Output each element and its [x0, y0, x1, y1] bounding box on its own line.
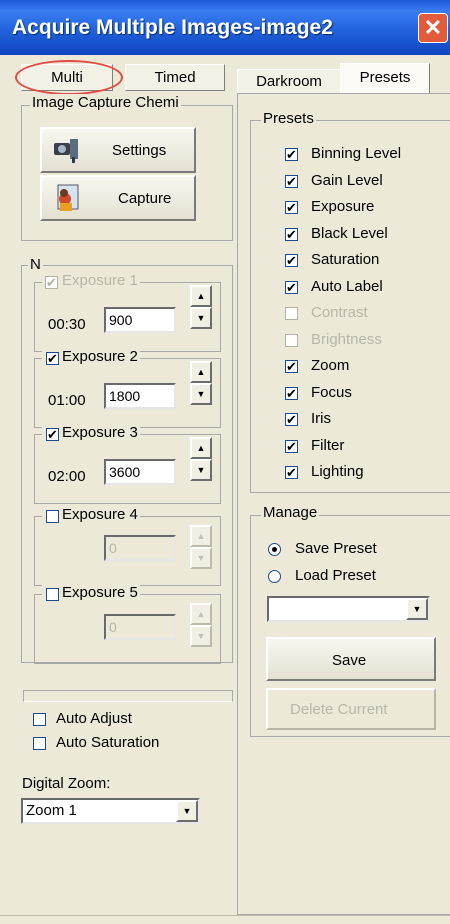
- exposure-2-checkbox[interactable]: ✔: [46, 352, 59, 365]
- exposure-1-checkbox[interactable]: ✔: [45, 276, 58, 289]
- load-preset-radio[interactable]: [268, 570, 281, 583]
- exposure-3-time: 02:00: [48, 468, 86, 485]
- presets-legend: Presets: [261, 110, 316, 127]
- preset-checkbox-contrast[interactable]: [285, 307, 298, 320]
- preset-label-filter: Filter: [311, 437, 345, 454]
- exposures-legend: N: [28, 256, 43, 273]
- status-strip: [0, 915, 450, 924]
- exposure-3-down[interactable]: ▼: [190, 459, 212, 481]
- preset-label-zoom: Zoom: [311, 357, 350, 374]
- delete-current-button[interactable]: Delete Current: [266, 688, 436, 730]
- auto-adjust-checkbox[interactable]: [33, 713, 46, 726]
- preset-checkbox-brightness[interactable]: [285, 334, 298, 347]
- exposure-5-down[interactable]: ▼: [190, 625, 212, 647]
- capture-label: Capture: [118, 190, 172, 207]
- exposure-5-input[interactable]: 0: [104, 614, 176, 640]
- exposure-1-time: 00:30: [48, 316, 86, 333]
- preset-checkbox-exposure[interactable]: ✔: [285, 201, 298, 214]
- preset-label-iris: Iris: [311, 410, 331, 427]
- exposure-1-down[interactable]: ▼: [190, 307, 212, 329]
- exposure-4-spinner[interactable]: ▲ ▼: [190, 525, 212, 569]
- preset-checkbox-black-level[interactable]: ✔: [285, 228, 298, 241]
- preset-label-exposure: Exposure: [311, 198, 375, 215]
- preset-checkbox-filter[interactable]: ✔: [285, 440, 298, 453]
- acquire-multiple-images-window: Acquire Multiple Images-image2 ✕ Multi T…: [0, 0, 450, 924]
- preset-select[interactable]: ▼: [267, 596, 430, 622]
- preset-checkbox-iris[interactable]: ✔: [285, 413, 298, 426]
- chevron-down-icon[interactable]: ▼: [176, 800, 198, 822]
- digital-zoom-value: Zoom 1: [26, 802, 77, 819]
- preset-label-focus: Focus: [311, 384, 352, 401]
- window-title: Acquire Multiple Images-image2: [12, 16, 333, 39]
- capture-icon: [57, 184, 79, 211]
- exposure-5-up[interactable]: ▲: [190, 603, 212, 625]
- exposure-4-up[interactable]: ▲: [190, 525, 212, 547]
- exposure-4-down[interactable]: ▼: [190, 547, 212, 569]
- preset-checkbox-focus[interactable]: ✔: [285, 387, 298, 400]
- title-bar[interactable]: Acquire Multiple Images-image2 ✕: [0, 0, 450, 55]
- preset-checkbox-binning-level[interactable]: ✔: [285, 148, 298, 161]
- preset-label-binning-level: Binning Level: [311, 145, 402, 162]
- preset-label-saturation: Saturation: [311, 251, 380, 268]
- exposure-1-up[interactable]: ▲: [190, 285, 212, 307]
- image-capture-legend: Image Capture Chemi: [30, 94, 181, 111]
- tab-timed[interactable]: Timed: [125, 64, 225, 91]
- exposure-3-up[interactable]: ▲: [190, 437, 212, 459]
- auto-saturation-label: Auto Saturation: [56, 734, 160, 751]
- save-button[interactable]: Save: [266, 637, 436, 681]
- preset-checkbox-gain-level[interactable]: ✔: [285, 175, 298, 188]
- settings-label: Settings: [112, 142, 167, 159]
- preset-label-auto-label: Auto Label: [311, 278, 383, 295]
- exposure-2-time: 01:00: [48, 392, 86, 409]
- exposure-2-up[interactable]: ▲: [190, 361, 212, 383]
- tab-multi[interactable]: Multi: [21, 64, 113, 91]
- preset-checkbox-saturation[interactable]: ✔: [285, 254, 298, 267]
- preset-label-brightness: Brightness: [311, 331, 382, 348]
- preset-checkbox-lighting[interactable]: ✔: [285, 466, 298, 479]
- save-preset-label: Save Preset: [295, 540, 377, 557]
- digital-zoom-label: Digital Zoom:: [22, 775, 111, 792]
- chevron-down-icon[interactable]: ▼: [406, 598, 428, 620]
- preset-checkbox-auto-label[interactable]: ✔: [285, 281, 298, 294]
- capture-button[interactable]: Capture: [40, 175, 196, 221]
- digital-zoom-select[interactable]: Zoom 1 ▼: [21, 798, 200, 824]
- auto-saturation-checkbox[interactable]: [33, 737, 46, 750]
- close-button[interactable]: ✕: [418, 13, 448, 43]
- preset-label-gain-level: Gain Level: [311, 172, 383, 189]
- preset-label-contrast: Contrast: [311, 304, 368, 321]
- exposure-4-input[interactable]: 0: [104, 535, 176, 561]
- camera-settings-icon: [54, 139, 78, 163]
- delete-current-label: Delete Current: [290, 701, 388, 718]
- exposure-5-checkbox[interactable]: [46, 588, 59, 601]
- save-preset-radio[interactable]: [268, 543, 281, 556]
- exposure-5-spinner[interactable]: ▲ ▼: [190, 603, 212, 647]
- progress-bar: [23, 690, 233, 702]
- exposure-2-spinner[interactable]: ▲ ▼: [190, 361, 212, 405]
- manage-legend: Manage: [261, 504, 320, 521]
- exposure-1-spinner[interactable]: ▲ ▼: [190, 285, 212, 329]
- preset-label-black-level: Black Level: [311, 225, 388, 242]
- exposure-2-down[interactable]: ▼: [190, 383, 212, 405]
- exposure-2-input[interactable]: 1800: [104, 383, 176, 409]
- exposure-1-input[interactable]: 900: [104, 307, 176, 333]
- tab-darkroom[interactable]: Darkroom: [237, 69, 341, 94]
- exposure-3-input[interactable]: 3600: [104, 459, 176, 485]
- tab-presets[interactable]: Presets: [340, 63, 430, 94]
- exposure-4-checkbox[interactable]: [46, 510, 59, 523]
- preset-label-lighting: Lighting: [311, 463, 364, 480]
- preset-checkbox-zoom[interactable]: ✔: [285, 360, 298, 373]
- save-button-label: Save: [332, 652, 367, 669]
- load-preset-label: Load Preset: [295, 567, 376, 584]
- settings-button[interactable]: Settings: [40, 127, 196, 173]
- exposure-3-spinner[interactable]: ▲ ▼: [190, 437, 212, 481]
- auto-adjust-label: Auto Adjust: [56, 710, 132, 727]
- exposure-3-checkbox[interactable]: ✔: [46, 428, 59, 441]
